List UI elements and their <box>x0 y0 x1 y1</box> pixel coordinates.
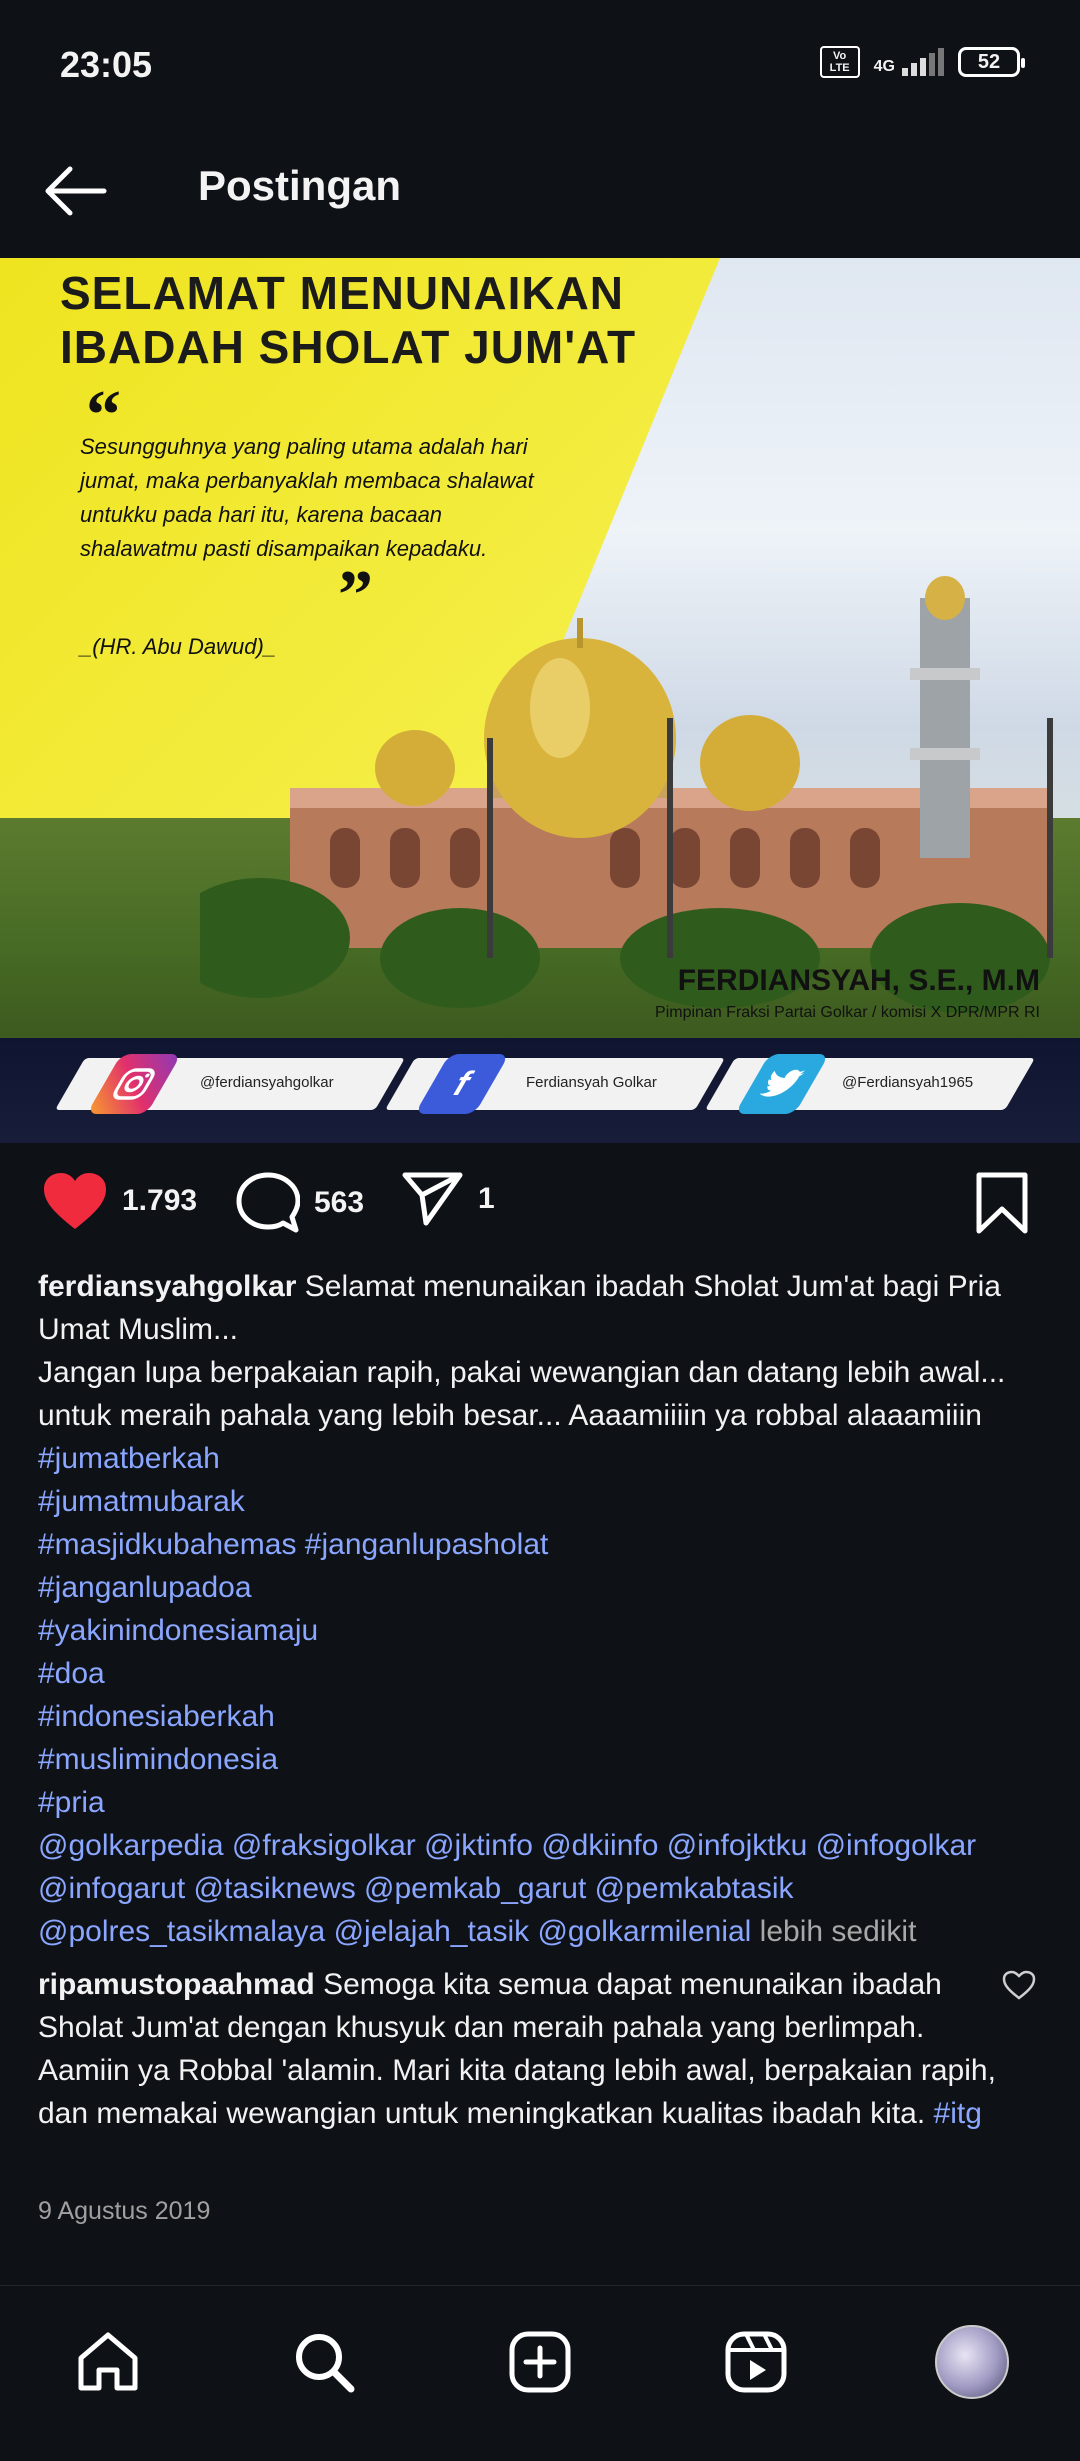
share-count: 1 <box>478 1182 495 1215</box>
facebook-handle: Ferdiansyah Golkar <box>526 1074 657 1091</box>
quote-source: _(HR. Abu Dawud)_ <box>80 634 277 659</box>
close-quote-icon: ” <box>338 557 373 634</box>
bottom-navigation <box>0 2285 1080 2461</box>
show-less-link[interactable]: lebih sedikit <box>751 1915 917 1948</box>
twitter-handle: @Ferdiansyah1965 <box>842 1074 974 1091</box>
battery-level: 52 <box>977 50 1001 73</box>
social-band: @ferdiansyahgolkar f Ferdiansyah Golkar … <box>0 1038 1080 1143</box>
hashtag[interactable]: #jumatberkah <box>38 1437 1043 1480</box>
home-icon <box>78 2332 138 2391</box>
volte-icon: Vo LTE <box>819 46 860 78</box>
heart-outline-icon <box>1002 1970 1036 2000</box>
page-title: Postingan <box>198 162 402 209</box>
app-header: Postingan <box>0 130 1080 258</box>
comment-hashtag[interactable]: #itg <box>934 2097 982 2130</box>
search-icon <box>296 2334 355 2393</box>
status-time: 23:05 <box>60 44 153 85</box>
save-button[interactable] <box>974 1171 1030 1240</box>
hashtag[interactable]: #jumatmubarak <box>38 1480 1043 1523</box>
share-button[interactable]: 1 <box>402 1171 495 1227</box>
comment-username[interactable]: ripamustopaahmad <box>38 1968 315 2001</box>
comment-icon <box>236 1172 300 1233</box>
nav-profile[interactable] <box>932 2322 1012 2402</box>
heart-icon <box>44 1173 106 1229</box>
post-image[interactable]: SELAMAT MENUNAIKAN IBADAH SHOLAT JUM'AT … <box>0 258 1080 1143</box>
bookmark-icon <box>976 1172 1028 1234</box>
nav-search[interactable] <box>284 2322 364 2402</box>
instagram-handle: @ferdiansyahgolkar <box>200 1074 334 1091</box>
post-caption: ferdiansyahgolkar Selamat menunaikan iba… <box>38 1265 1043 1953</box>
hashtag[interactable]: #indonesiaberkah <box>38 1695 1043 1738</box>
like-count: 1.793 <box>122 1184 198 1217</box>
share-icon <box>402 1172 463 1226</box>
hashtag[interactable]: #masjidkubahemas #janganlupasholat <box>38 1523 1043 1566</box>
headline-line-2: IBADAH SHOLAT JUM'AT <box>60 321 637 373</box>
nav-create[interactable] <box>500 2322 580 2402</box>
hashtag[interactable]: #muslimindonesia <box>38 1738 1043 1781</box>
mentions-line-3[interactable]: @polres_tasikmalaya @jelajah_tasik @golk… <box>38 1915 751 1948</box>
comment-count: 563 <box>314 1186 365 1219</box>
back-button[interactable] <box>42 156 122 226</box>
like-button[interactable]: 1.793 <box>42 1171 197 1231</box>
avatar <box>935 2325 1009 2399</box>
nav-home[interactable] <box>68 2322 148 2402</box>
banner-headline: SELAMAT MENUNAIKAN IBADAH SHOLAT JUM'AT <box>60 266 636 374</box>
back-arrow-icon <box>45 166 107 216</box>
caption-username[interactable]: ferdiansyahgolkar <box>38 1270 296 1303</box>
nav-reels[interactable] <box>716 2322 796 2402</box>
hashtag[interactable]: #janganlupadoa <box>38 1566 1043 1609</box>
hashtag[interactable]: #yakinindonesiamaju <box>38 1609 1043 1652</box>
post-actions: 1.793 563 1 <box>0 1143 1080 1263</box>
post-date: 9 Agustus 2019 <box>38 2197 211 2225</box>
mentions-line-2[interactable]: @infogarut @tasiknews @pemkab_garut @pem… <box>38 1867 1043 1910</box>
signal-icon: 4G <box>874 48 944 76</box>
reels-icon <box>725 2331 787 2393</box>
hashtag[interactable]: #pria <box>38 1781 1043 1824</box>
banner-quote: Sesungguhnya yang paling utama adalah ha… <box>80 434 534 561</box>
mentions-line-1[interactable]: @golkarpedia @fraksigolkar @jktinfo @dki… <box>38 1824 1043 1867</box>
banner-signature-subtitle: Pimpinan Fraksi Partai Golkar / komisi X… <box>655 1004 1040 1021</box>
comment-like-button[interactable] <box>1002 1970 1036 2005</box>
battery-icon: 52 <box>958 47 1025 77</box>
caption-text-2: Jangan lupa berpakaian rapih, pakai wewa… <box>38 1356 1006 1432</box>
banner-signature-name: FERDIANSYAH, S.E., M.M <box>677 964 1040 997</box>
status-indicators: Vo LTE 4G 52 <box>819 46 1025 78</box>
network-type: 4G <box>873 58 895 75</box>
hashtag[interactable]: #doa <box>38 1652 1043 1695</box>
comment-item: ripamustopaahmad Semoga kita semua dapat… <box>38 1963 998 2135</box>
headline-line-1: SELAMAT MENUNAIKAN <box>60 267 625 319</box>
comment-button[interactable]: 563 <box>236 1171 364 1235</box>
status-bar: 23:05 Vo LTE 4G 52 <box>0 0 1080 130</box>
add-icon <box>509 2331 571 2393</box>
